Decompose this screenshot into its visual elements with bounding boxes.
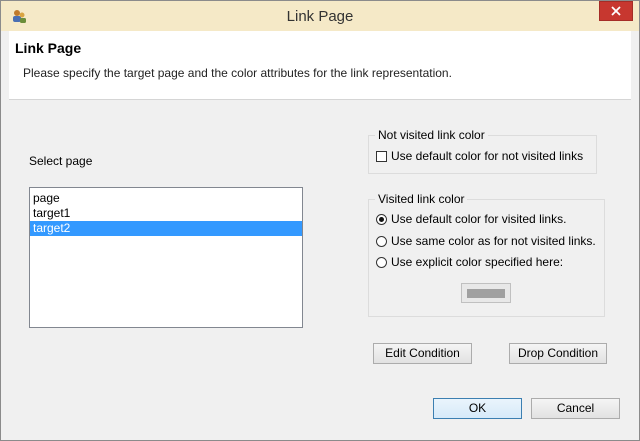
visited-explicit-radio[interactable] <box>376 256 387 268</box>
close-icon <box>611 6 621 16</box>
visited-default-label: Use default color for visited links. <box>391 212 567 226</box>
list-item-page[interactable]: page <box>30 191 302 206</box>
use-default-not-visited-checkbox[interactable] <box>376 150 387 162</box>
visited-option-same-row[interactable]: Use same color as for not visited links. <box>376 234 596 248</box>
cancel-button[interactable]: Cancel <box>531 398 620 419</box>
visited-legend: Visited link color <box>375 192 468 206</box>
close-button[interactable] <box>599 1 633 21</box>
list-item-target1[interactable]: target1 <box>30 206 302 221</box>
not-visited-default-checkbox-row[interactable]: Use default color for not visited links <box>376 149 583 163</box>
edit-condition-button[interactable]: Edit Condition <box>373 343 472 364</box>
visited-option-default-row[interactable]: Use default color for visited links. <box>376 212 566 226</box>
use-default-not-visited-label: Use default color for not visited links <box>391 149 584 163</box>
header-description: Please specify the target page and the c… <box>23 66 452 80</box>
list-item-target2[interactable]: target2 <box>30 221 302 236</box>
not-visited-legend: Not visited link color <box>375 128 488 142</box>
visited-color-swatch[interactable] <box>461 283 511 303</box>
visited-same-radio[interactable] <box>376 235 387 247</box>
visited-explicit-label: Use explicit color specified here: <box>391 255 564 269</box>
ok-button[interactable]: OK <box>433 398 522 419</box>
link-page-dialog: Link Page Link Page Please specify the t… <box>0 0 640 441</box>
dialog-header: Link Page Please specify the target page… <box>9 31 631 100</box>
select-page-label: Select page <box>29 154 93 168</box>
title-bar[interactable]: Link Page <box>1 1 639 31</box>
visited-default-radio[interactable] <box>376 213 387 225</box>
visited-same-label: Use same color as for not visited links. <box>391 234 596 248</box>
window-title: Link Page <box>286 8 354 25</box>
drop-condition-button[interactable]: Drop Condition <box>509 343 607 364</box>
page-list[interactable]: page target1 target2 <box>29 187 303 328</box>
header-title: Link Page <box>15 40 82 56</box>
color-swatch-fill <box>467 289 505 298</box>
visited-option-explicit-row[interactable]: Use explicit color specified here: <box>376 255 563 269</box>
